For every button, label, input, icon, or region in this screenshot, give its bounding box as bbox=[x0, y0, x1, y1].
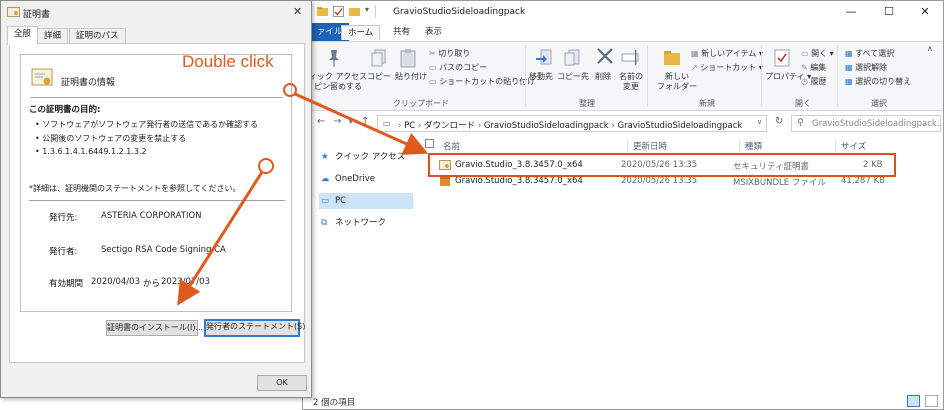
tab-general[interactable]: 全般 bbox=[7, 26, 39, 45]
annotation-arrows bbox=[177, 83, 429, 306]
arrow-to-install-button bbox=[177, 171, 264, 306]
arrow-origin-circle bbox=[283, 83, 297, 97]
arrow-origin-circle bbox=[258, 158, 274, 174]
arrow-to-certificate-file bbox=[294, 92, 429, 155]
